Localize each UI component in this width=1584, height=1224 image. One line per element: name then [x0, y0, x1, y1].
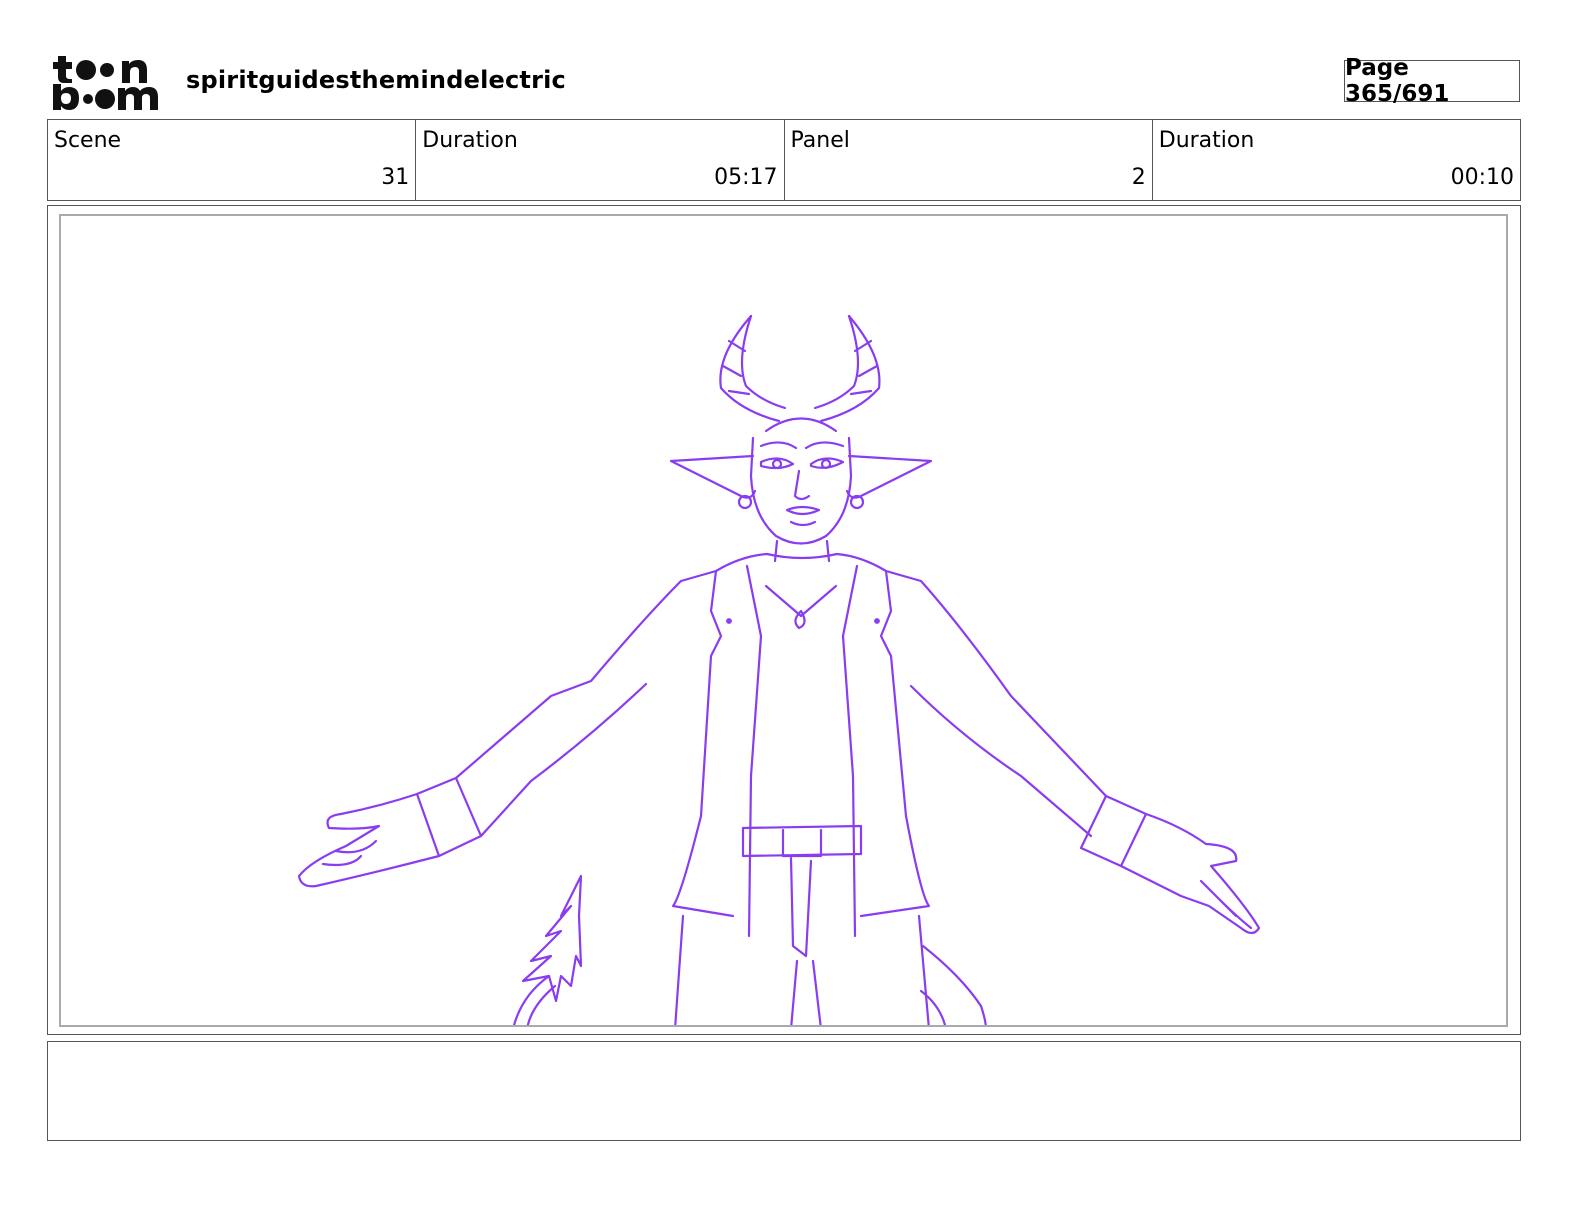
scene-duration-label: Duration	[422, 128, 518, 153]
head-sketch	[669, 417, 933, 563]
scene-cell: Scene 31	[48, 120, 417, 200]
toonboom-logo	[53, 56, 158, 110]
panel-cell: Panel 2	[785, 120, 1153, 200]
panel-duration-label: Duration	[1158, 128, 1255, 153]
panel-notes-box	[47, 1041, 1521, 1141]
project-title: spiritguidesthemindelectric	[186, 66, 566, 94]
scene-duration-value: 05:17	[714, 165, 778, 190]
panel-image-area	[59, 214, 1508, 1027]
jacket-sketch	[415, 552, 1148, 938]
scene-label: Scene	[54, 128, 122, 153]
panel-value: 2	[1131, 165, 1146, 190]
panel-duration-cell: Duration 00:10	[1153, 120, 1520, 200]
scene-info-table: Scene 31 Duration 05:17 Panel 2 Duration…	[47, 119, 1521, 201]
scene-value: 31	[381, 165, 410, 190]
panel-duration-value: 00:10	[1450, 165, 1514, 190]
character-sketch	[297, 314, 1261, 1025]
panel-frame	[47, 205, 1521, 1035]
pants-sketch	[674, 824, 930, 1025]
panel-label: Panel	[790, 128, 850, 153]
page-number-label: Page 365/691	[1345, 55, 1450, 107]
page-number: Page 365/691	[1344, 55, 1520, 107]
horns-sketch	[719, 314, 881, 423]
scene-duration-cell: Duration 05:17	[416, 120, 785, 200]
